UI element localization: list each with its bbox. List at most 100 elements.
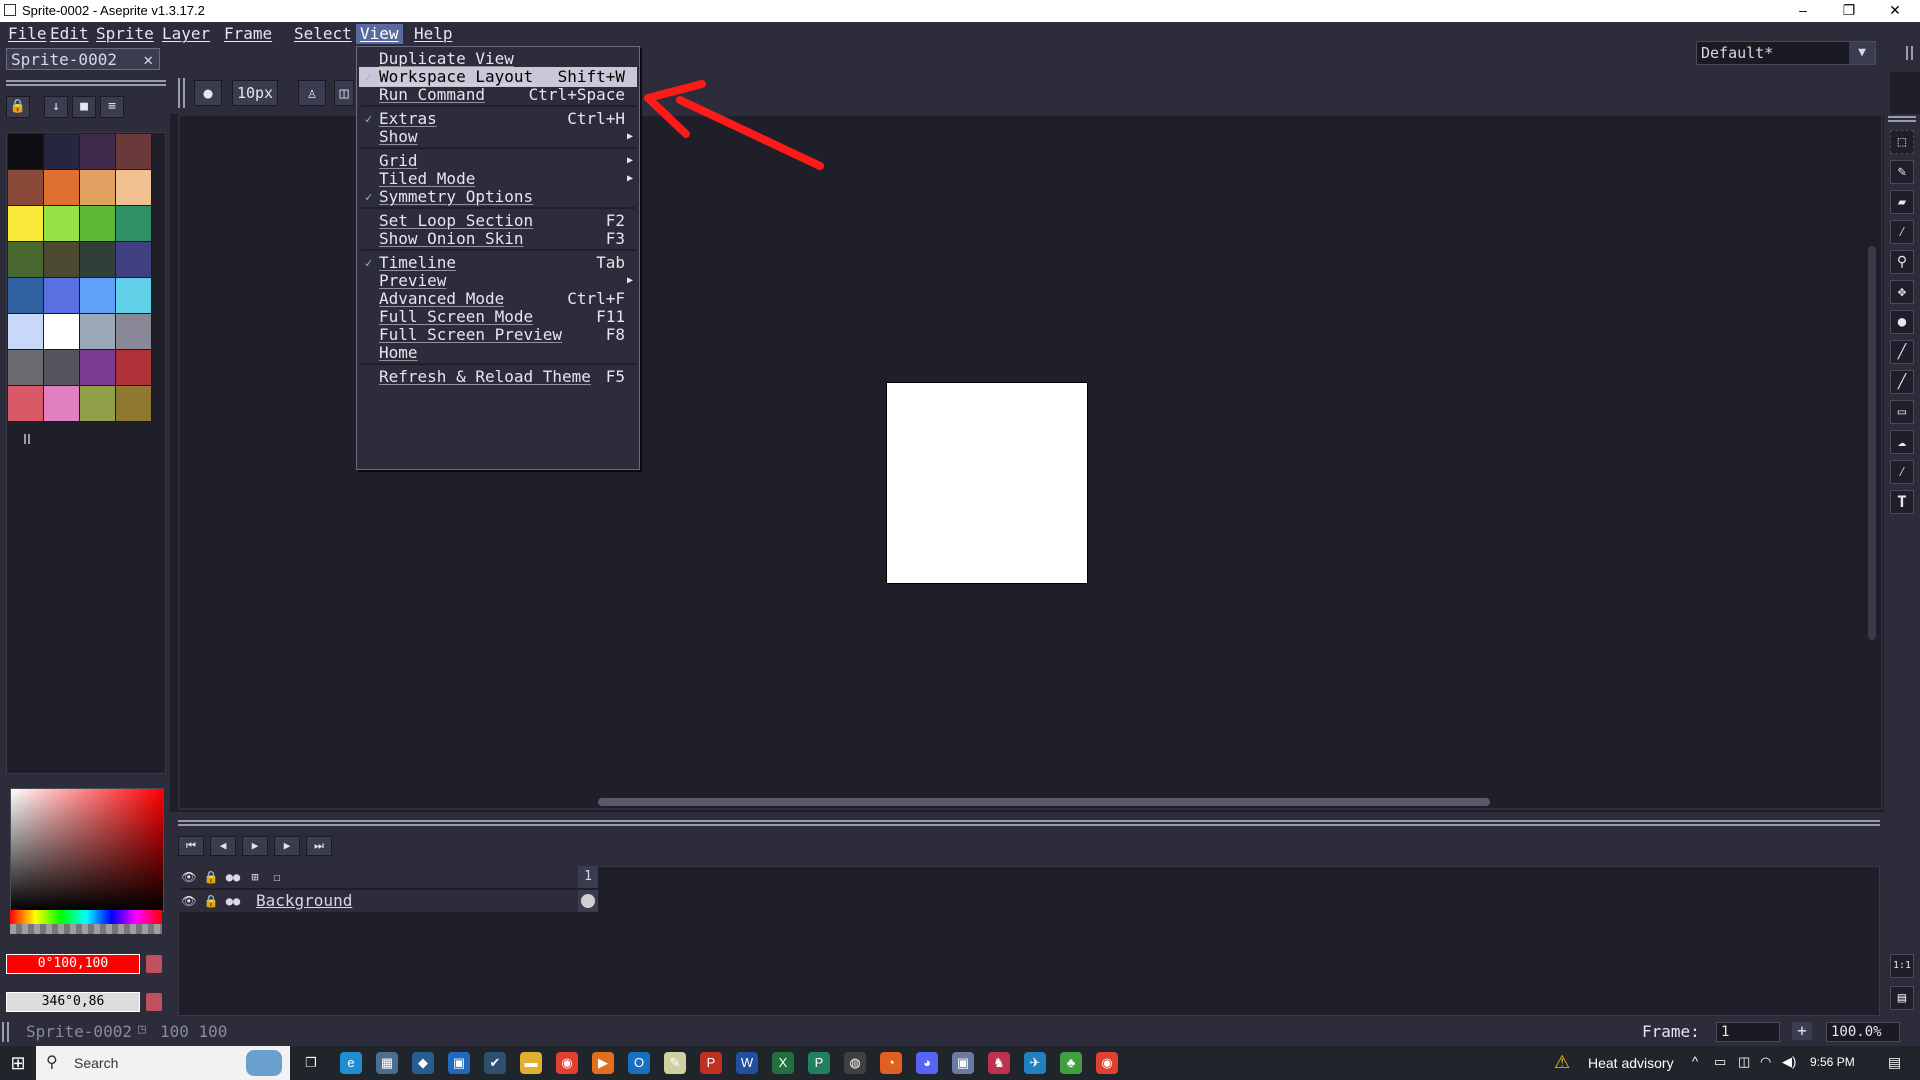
edge-icon[interactable]: e xyxy=(340,1052,362,1074)
color-spectrum[interactable] xyxy=(10,788,164,912)
view-menu-item-show-onion-skin[interactable]: Show Onion Skin F3 xyxy=(359,229,637,249)
blender-icon[interactable]: ◔ xyxy=(880,1052,902,1074)
palette-grid[interactable] xyxy=(8,134,156,424)
app-icon-5[interactable]: ♞ xyxy=(988,1052,1010,1074)
gradient-tool-icon[interactable]: ╱ xyxy=(1890,340,1914,364)
palette-swatch[interactable] xyxy=(116,350,152,386)
tray-chevron-icon[interactable]: ^ xyxy=(1692,1054,1698,1069)
taskbar-search[interactable]: ⚲ Search xyxy=(36,1046,290,1080)
frame-header[interactable]: 1 xyxy=(578,866,598,888)
battery-icon[interactable]: ▭ xyxy=(1714,1054,1726,1070)
continuous-icon[interactable]: ●● xyxy=(224,892,242,910)
sprite-canvas[interactable] xyxy=(886,382,1088,584)
palette-swatch[interactable] xyxy=(116,206,152,242)
lock-palette-button[interactable]: 🔒 xyxy=(6,96,30,118)
palette-swatch[interactable] xyxy=(8,386,44,422)
view-menu-item-set-loop-section[interactable]: Set Loop Section F2 xyxy=(359,211,637,231)
close-tab-icon[interactable]: ✕ xyxy=(143,50,153,69)
vertical-scrollbar[interactable] xyxy=(1868,246,1876,640)
wifi-icon[interactable]: ◠ xyxy=(1760,1054,1771,1070)
palette-swatch[interactable] xyxy=(44,206,80,242)
clock[interactable]: 9:56 PM xyxy=(1810,1055,1855,1069)
palette-swatch[interactable] xyxy=(44,278,80,314)
menu-view[interactable]: View xyxy=(356,24,403,44)
move-tool-icon[interactable]: ✥ xyxy=(1890,280,1914,304)
weather-label[interactable]: Heat advisory xyxy=(1588,1055,1674,1071)
view-menu-item-advanced-mode[interactable]: Advanced Mode Ctrl+F xyxy=(359,289,637,309)
palette-swatch[interactable] xyxy=(116,170,152,206)
visibility-header-icon[interactable]: 👁 xyxy=(180,868,198,886)
fill-tool-icon[interactable]: ● xyxy=(1890,310,1914,334)
view-menu-item-timeline[interactable]: ✓ Timeline Tab xyxy=(359,253,637,273)
panel-grip-icon[interactable] xyxy=(1906,46,1913,60)
palette-swatch[interactable] xyxy=(116,314,152,350)
horizontal-scrollbar[interactable] xyxy=(598,798,1490,806)
store-icon[interactable]: ▣ xyxy=(448,1052,470,1074)
marquee-tool-icon[interactable]: ⬚ xyxy=(1890,130,1914,154)
ink-type-button[interactable]: ♙ xyxy=(298,80,326,106)
first-frame-button[interactable]: ⏮ xyxy=(178,836,204,856)
palette-swatch[interactable] xyxy=(44,170,80,206)
view-menu-item-grid[interactable]: Grid ▶ xyxy=(359,151,637,171)
brush-type-button[interactable]: ● xyxy=(194,80,222,106)
palette-swatch[interactable] xyxy=(44,386,80,422)
context-bar-grip[interactable] xyxy=(178,78,185,108)
notepad-icon[interactable]: ✎ xyxy=(664,1052,686,1074)
menu-layer[interactable]: Layer xyxy=(158,24,214,44)
rectangle-tool-icon[interactable]: ▭ xyxy=(1890,400,1914,424)
new-layer-header-icon[interactable]: ☐ xyxy=(268,868,286,886)
play-button[interactable]: ▶ xyxy=(242,836,268,856)
palette-swatch[interactable] xyxy=(8,350,44,386)
close-window-button[interactable]: ✕ xyxy=(1872,0,1918,22)
palette-presets-button[interactable]: ■ xyxy=(72,96,96,118)
app-icon-4[interactable]: ◍ xyxy=(844,1052,866,1074)
hue-slider[interactable] xyxy=(10,910,162,924)
palette-swatch[interactable] xyxy=(116,278,152,314)
palette-swatch[interactable] xyxy=(8,278,44,314)
brush-size-field[interactable]: 10px xyxy=(232,80,278,106)
excel-icon[interactable]: X xyxy=(772,1052,794,1074)
chrome-icon-2[interactable]: ◉ xyxy=(1096,1052,1118,1074)
menu-file[interactable]: File xyxy=(4,24,51,44)
layer-row[interactable]: 👁 🔒 ●● Background xyxy=(178,890,598,912)
pencil-tool-icon[interactable]: ✎ xyxy=(1890,160,1914,184)
zoom-tool-icon[interactable]: ⚲ xyxy=(1890,250,1914,274)
palette-swatch[interactable] xyxy=(8,206,44,242)
bg-color-menu-icon[interactable] xyxy=(146,993,162,1011)
view-menu-item-full-screen-mode[interactable]: Full Screen Mode F11 xyxy=(359,307,637,327)
menu-edit[interactable]: Edit xyxy=(46,24,93,44)
text-tool-icon[interactable]: T xyxy=(1890,490,1914,514)
app-icon-2[interactable]: ✔ xyxy=(484,1052,506,1074)
word-icon[interactable]: W xyxy=(736,1052,758,1074)
view-menu-item-symmetry-options[interactable]: ✓ Symmetry Options xyxy=(359,187,637,207)
menu-select[interactable]: Select xyxy=(290,24,356,44)
foreground-color[interactable]: 0°100,100 xyxy=(6,954,140,974)
palette-swatch[interactable] xyxy=(80,314,116,350)
app-icon-3[interactable]: ▶ xyxy=(592,1052,614,1074)
palette-swatch[interactable] xyxy=(8,170,44,206)
palette-menu-button[interactable]: ≡ xyxy=(100,96,124,118)
app-icon-7[interactable]: ♣ xyxy=(1060,1052,1082,1074)
palette-swatch[interactable] xyxy=(80,134,116,170)
maximize-button[interactable]: ❐ xyxy=(1826,0,1872,22)
timeline-toggle-icon[interactable]: ▤ xyxy=(1890,986,1914,1010)
timeline-grid[interactable] xyxy=(178,866,1880,1016)
chevron-down-icon[interactable]: ▼ xyxy=(1849,42,1875,64)
outlook-icon[interactable]: O xyxy=(628,1052,650,1074)
palette-swatch[interactable] xyxy=(8,314,44,350)
background-color[interactable]: 346°0,86 xyxy=(6,992,140,1012)
opacity-button[interactable]: ◫ xyxy=(334,80,354,106)
aseprite-taskbar-icon[interactable]: ▣ xyxy=(952,1052,974,1074)
powerpoint-icon[interactable]: P xyxy=(700,1052,722,1074)
contour-tool-icon[interactable]: ☁ xyxy=(1890,430,1914,454)
next-frame-button[interactable]: ▶ xyxy=(274,836,300,856)
task-view-icon[interactable]: ❐ xyxy=(300,1052,322,1074)
palette-swatch[interactable] xyxy=(44,350,80,386)
view-menu-item-home[interactable]: Home xyxy=(359,343,637,363)
file-explorer-icon[interactable]: ▬ xyxy=(520,1052,542,1074)
status-grip[interactable] xyxy=(2,1022,9,1042)
zoom-field[interactable]: 100.0% xyxy=(1826,1022,1900,1042)
app-icon-1[interactable]: ◆ xyxy=(412,1052,434,1074)
actual-size-button[interactable]: 1:1 xyxy=(1890,954,1914,978)
menu-sprite[interactable]: Sprite xyxy=(92,24,158,44)
